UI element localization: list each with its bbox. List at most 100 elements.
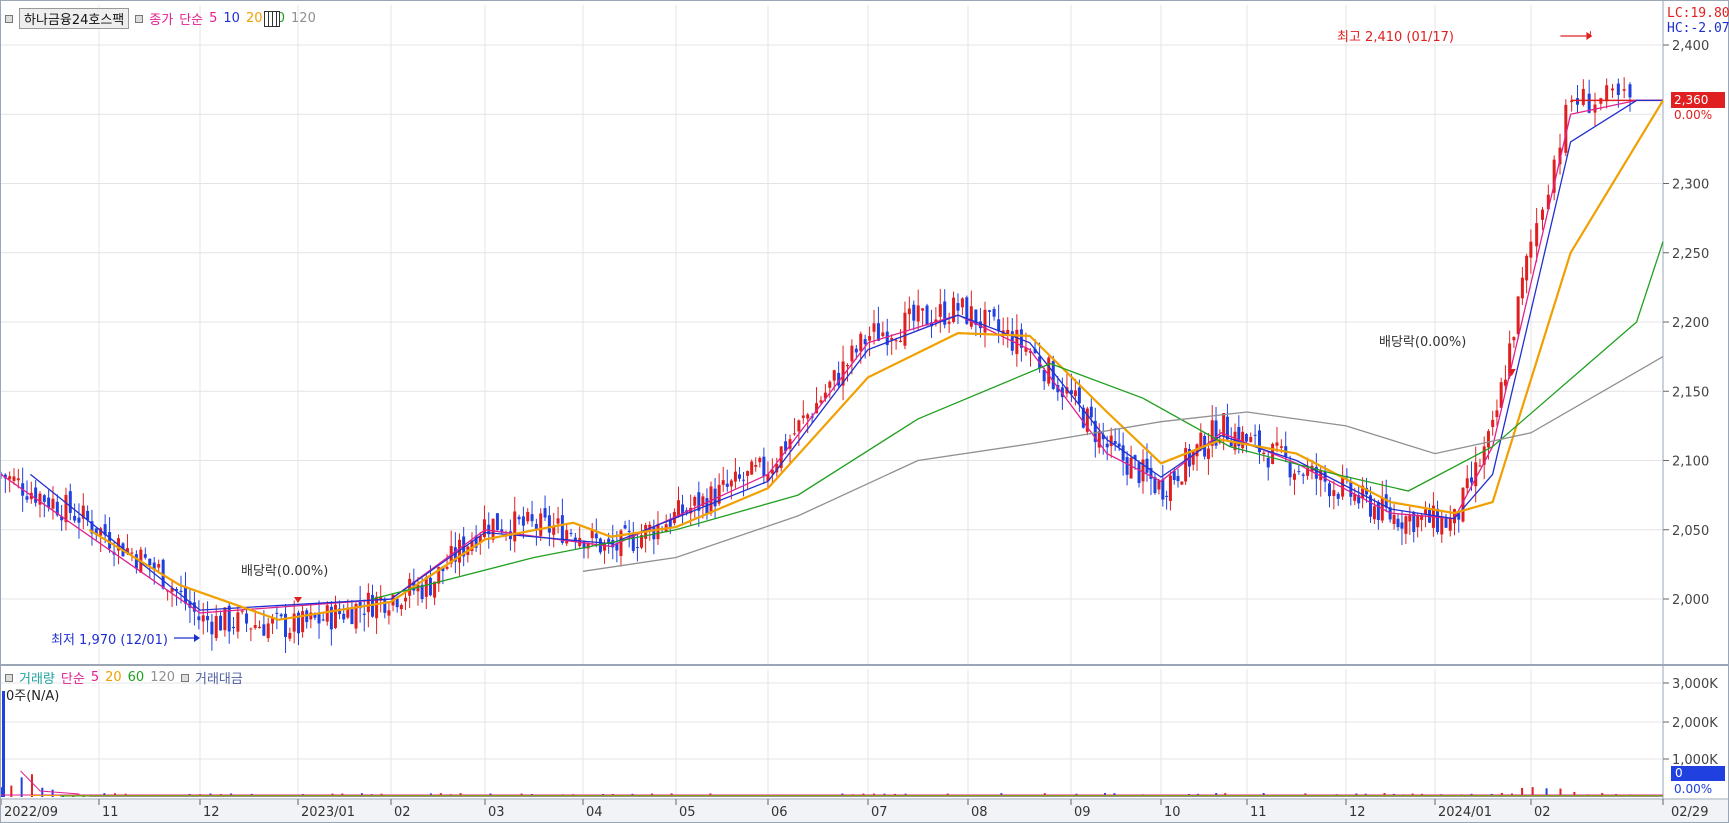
current-change-label: 0.00% bbox=[1674, 108, 1713, 122]
volume-ma-60[interactable]: 60 bbox=[128, 670, 145, 685]
volume-bar bbox=[1, 787, 2, 797]
candle-body bbox=[729, 480, 733, 487]
hc-readout: HC:-2.07 bbox=[1667, 21, 1729, 36]
candle-body bbox=[1077, 387, 1081, 404]
candle-body bbox=[828, 381, 832, 388]
volume-ma-5[interactable]: 5 bbox=[91, 670, 99, 685]
candle-body bbox=[742, 479, 746, 481]
candle-body bbox=[1244, 434, 1248, 442]
stock-name-button[interactable]: 하나금융24호스팩 bbox=[19, 8, 130, 29]
candle-body bbox=[656, 523, 660, 540]
ma-type-label[interactable]: 단순 bbox=[179, 9, 203, 28]
lc-readout: LC:19.80 bbox=[1667, 6, 1729, 21]
candle-body bbox=[179, 590, 183, 593]
x-tick-label: 02 bbox=[1534, 805, 1551, 820]
candle-body bbox=[1249, 436, 1253, 443]
candle-body bbox=[258, 626, 262, 629]
candle-body bbox=[1491, 419, 1495, 428]
calendar-icon[interactable] bbox=[264, 10, 281, 27]
candle-body bbox=[1105, 443, 1109, 448]
candle-body bbox=[262, 624, 266, 636]
candle-body bbox=[513, 511, 517, 542]
candle-body bbox=[1581, 88, 1585, 105]
candle-body bbox=[1575, 98, 1579, 105]
x-tick-label: 2022/09 bbox=[4, 805, 58, 820]
candle-body bbox=[1288, 461, 1292, 478]
candle-body bbox=[1125, 457, 1129, 475]
candle-body bbox=[947, 321, 951, 324]
x-tick-label: 12 bbox=[1349, 805, 1366, 820]
candle-body bbox=[1165, 495, 1169, 497]
candle-body bbox=[1253, 434, 1257, 436]
candle-body bbox=[1416, 515, 1420, 528]
candle-body bbox=[333, 604, 337, 629]
x-tick-label: 06 bbox=[771, 805, 788, 820]
legend-toggle-icon[interactable] bbox=[5, 14, 13, 23]
ma-period-5[interactable]: 5 bbox=[209, 11, 217, 26]
candle-body bbox=[1540, 209, 1544, 220]
candle-body bbox=[317, 613, 321, 624]
volume-ma-20[interactable]: 20 bbox=[105, 670, 122, 685]
candle-body bbox=[876, 323, 880, 341]
candle-body bbox=[517, 516, 521, 520]
candle-body bbox=[266, 623, 270, 639]
candle-body bbox=[1525, 255, 1529, 281]
x-tick-label: 2023/01 bbox=[301, 805, 355, 820]
volume-tick-label: 2,000K bbox=[1672, 716, 1718, 731]
candle-body bbox=[34, 487, 38, 503]
candle-body bbox=[1266, 457, 1270, 468]
x-tick-label: 04 bbox=[586, 805, 603, 820]
legend-toggle-icon[interactable] bbox=[181, 673, 190, 682]
candle-body bbox=[1141, 459, 1145, 482]
candle-body bbox=[148, 558, 152, 566]
legend-toggle-icon[interactable] bbox=[5, 673, 13, 682]
x-tick-label: 07 bbox=[871, 805, 888, 820]
price-kind-label[interactable]: 종가 bbox=[149, 9, 173, 28]
candle-body bbox=[143, 554, 147, 558]
ma-period-20[interactable]: 20 bbox=[246, 11, 263, 26]
candle-body bbox=[8, 476, 12, 480]
candle-body bbox=[547, 515, 551, 533]
candle-body bbox=[1372, 506, 1376, 520]
candle-body bbox=[301, 611, 305, 633]
candle-body bbox=[1336, 493, 1340, 499]
chart-canvas[interactable]: 2,000 2,050 2,100 2,150 2,200 2,250 2,300 2,400… bbox=[1, 1, 1728, 822]
candle-body bbox=[894, 340, 898, 342]
x-tick-label: 2024/01 bbox=[1438, 805, 1492, 820]
candle-body bbox=[275, 612, 279, 614]
candle-body bbox=[543, 508, 547, 518]
x-tick-label: 02/29 bbox=[1671, 805, 1708, 820]
volume-ma-120[interactable]: 120 bbox=[150, 670, 175, 685]
candle-body bbox=[253, 625, 257, 628]
candle-body bbox=[521, 516, 525, 526]
candle-body bbox=[1275, 442, 1279, 446]
candle-body bbox=[623, 525, 627, 529]
candle-body bbox=[1474, 462, 1478, 487]
candle-body bbox=[750, 461, 754, 475]
amount-label[interactable]: 거래대금 bbox=[195, 668, 243, 687]
candle-body bbox=[1157, 480, 1161, 490]
candle-body bbox=[134, 554, 138, 569]
candle-body bbox=[495, 513, 499, 531]
candle-body bbox=[362, 613, 366, 615]
candle-body bbox=[754, 464, 758, 467]
candle-body bbox=[201, 615, 205, 622]
candle-body bbox=[1622, 89, 1626, 91]
volume-tick-label: 3,000K bbox=[1672, 677, 1718, 692]
dividend-label-1: 배당락(0.00%) bbox=[241, 564, 329, 579]
candle-body bbox=[1408, 515, 1412, 522]
candle-body bbox=[899, 340, 903, 343]
volume-ma-type[interactable]: 단순 bbox=[61, 668, 85, 687]
high-price-label: 최고 2,410 (01/17) bbox=[1337, 30, 1455, 45]
candle-body bbox=[863, 339, 867, 345]
legend-toggle-icon[interactable] bbox=[135, 14, 144, 23]
candle-body bbox=[746, 471, 750, 476]
candle-body bbox=[1570, 101, 1574, 103]
ma-period-120[interactable]: 120 bbox=[291, 11, 316, 26]
candle-body bbox=[1486, 431, 1490, 448]
candle-body bbox=[556, 518, 560, 524]
candle-body bbox=[342, 613, 346, 620]
candle-body bbox=[868, 336, 872, 341]
ma-period-10[interactable]: 10 bbox=[223, 11, 240, 26]
candle-body bbox=[249, 628, 253, 630]
